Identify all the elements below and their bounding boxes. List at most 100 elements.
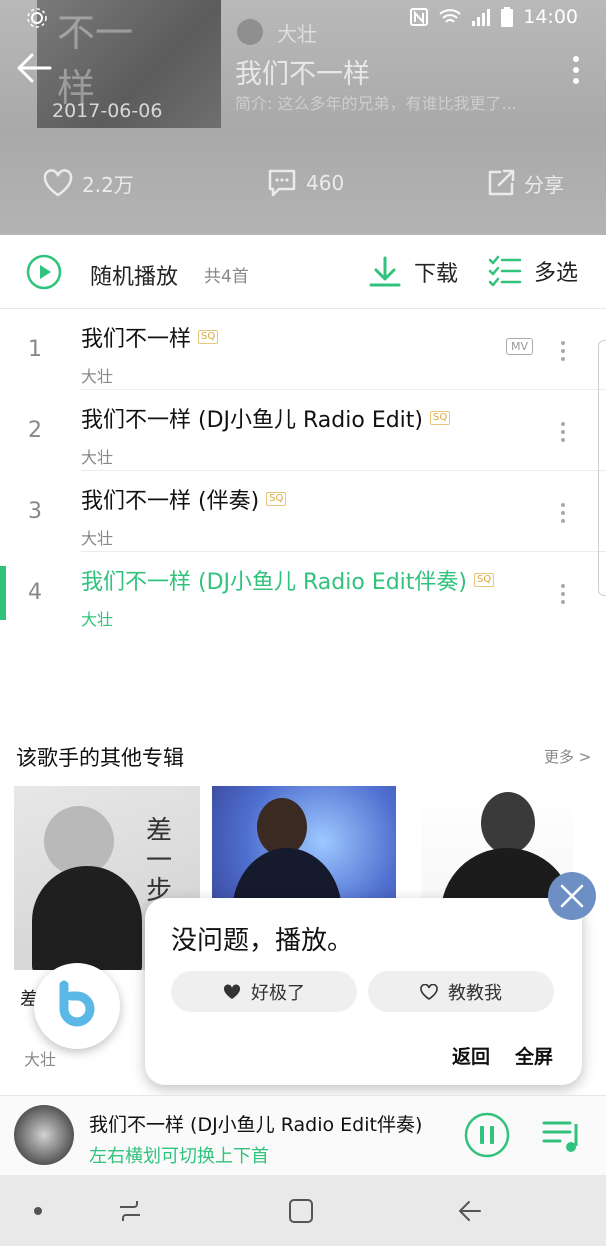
heart-icon: [43, 169, 73, 197]
album-art-text: 差一步: [146, 816, 173, 906]
album-intro[interactable]: 简介: 这么多年的兄弟，有谁比我更了...: [235, 90, 580, 114]
bixby-logo-icon: [59, 980, 95, 1027]
now-playing-indicator: [0, 566, 6, 620]
wifi-icon: [439, 9, 461, 23]
pause-icon[interactable]: [464, 1112, 510, 1158]
shuffle-play-button[interactable]: 随机播放: [90, 259, 178, 291]
track-list: 1 我们不一样 SQ 大壮 MV 2 我们不一样 (DJ小鱼儿 Radio Edi…: [0, 309, 606, 633]
multiselect-label: 多选: [534, 261, 579, 286]
artist-avatar: [235, 17, 265, 47]
other-albums-title: 该歌手的其他专辑: [16, 746, 184, 770]
player-hint: 左右横划可切换上下首: [89, 1146, 269, 1167]
checklist-icon: [488, 255, 522, 287]
track-title-line: 我们不一样 (伴奏) SQ: [81, 483, 606, 515]
sq-badge: SQ: [198, 330, 219, 344]
playlist-icon[interactable]: [541, 1116, 583, 1156]
multiselect-button[interactable]: 多选: [488, 255, 578, 287]
artist-name: 大壮: [277, 21, 317, 46]
download-button[interactable]: 下载: [368, 255, 458, 289]
share-icon: [488, 169, 515, 196]
song-count: 共4首: [204, 267, 249, 287]
back-arrow-icon[interactable]: [14, 50, 54, 86]
track-artist: 大壮: [81, 610, 114, 629]
nfc-icon: [410, 8, 429, 26]
album-header: 不一样 2017-06-06 14:00 大壮 我们不一样 简介: 这么多年的兄…: [0, 0, 606, 235]
track-info: 我们不一样 (DJ小鱼儿 Radio Edit伴奏) SQ 大壮: [81, 564, 606, 633]
sq-badge: SQ: [430, 411, 451, 425]
comment-icon: [268, 169, 296, 197]
close-icon: [560, 884, 584, 908]
home-icon[interactable]: [287, 1197, 315, 1225]
track-title: 我们不一样 (DJ小鱼儿 Radio Edit伴奏): [81, 570, 467, 595]
player-title: 我们不一样 (DJ小鱼儿 Radio Edit伴奏): [89, 1114, 423, 1136]
download-icon: [369, 256, 401, 287]
system-nav-bar: [0, 1175, 606, 1246]
album-actions: 2.2万 460 分享: [0, 168, 606, 208]
play-circle-icon[interactable]: [26, 254, 62, 290]
back-nav-icon[interactable]: [456, 1197, 484, 1225]
share-button[interactable]: 分享: [486, 168, 564, 198]
track-title: 我们不一样: [81, 327, 192, 352]
track-index: 4: [28, 580, 42, 605]
teach-label: 教教我: [448, 982, 502, 1004]
track-artist: 大壮: [81, 529, 114, 548]
share-label: 分享: [524, 172, 564, 197]
track-title-line: 我们不一样 (DJ小鱼儿 Radio Edit) SQ: [81, 402, 606, 434]
more-vert-icon[interactable]: [556, 582, 570, 606]
download-label: 下载: [414, 262, 459, 287]
track-title: 我们不一样 (DJ小鱼儿 Radio Edit): [81, 408, 423, 433]
bixby-message: 没问题，播放。: [171, 926, 354, 956]
teach-button[interactable]: 教教我: [368, 971, 554, 1012]
track-title: 我们不一样 (伴奏): [81, 489, 260, 514]
signal-icon: [472, 9, 491, 26]
more-vert-icon[interactable]: [556, 501, 570, 525]
like-count: 2.2万: [82, 172, 134, 197]
more-vert-icon[interactable]: [566, 54, 586, 86]
album-art-person: [481, 792, 535, 854]
popup-back-button[interactable]: 返回: [452, 1042, 490, 1069]
track-title-line: 我们不一样 (DJ小鱼儿 Radio Edit伴奏) SQ: [81, 564, 606, 596]
sq-badge: SQ: [266, 492, 287, 506]
player-cover[interactable]: [14, 1105, 74, 1165]
track-index: 2: [28, 418, 42, 443]
like-feedback-button[interactable]: 好极了: [171, 971, 357, 1012]
track-info: 我们不一样 (DJ小鱼儿 Radio Edit) SQ 大壮: [81, 402, 606, 471]
bixby-popup: 没问题，播放。 好极了 教教我 返回 全屏: [145, 898, 582, 1085]
artist-row[interactable]: 大壮: [235, 17, 317, 47]
edge-panel-handle[interactable]: [598, 340, 606, 596]
nav-hide-dot[interactable]: [34, 1207, 42, 1215]
mv-button[interactable]: MV: [506, 338, 534, 355]
status-time: 14:00: [523, 6, 578, 28]
track-index: 1: [28, 337, 42, 362]
bixby-routine-icon: [27, 8, 47, 28]
popup-fullscreen-button[interactable]: 全屏: [515, 1042, 553, 1069]
comment-button[interactable]: 460: [266, 168, 344, 198]
sq-badge: SQ: [474, 573, 495, 587]
more-vert-icon[interactable]: [556, 339, 570, 363]
album-title: 我们不一样: [235, 59, 370, 90]
like-feedback-label: 好极了: [251, 982, 305, 1004]
album-art-person: [32, 866, 142, 970]
playlist-controls: 随机播放 共4首 下载 多选: [0, 235, 606, 309]
more-albums-link[interactable]: 更多 >: [544, 746, 591, 767]
like-button[interactable]: 2.2万: [42, 168, 134, 198]
track-artist: 大壮: [81, 367, 114, 386]
track-index: 3: [28, 499, 42, 524]
track-artist: 大壮: [81, 448, 114, 467]
track-info: 我们不一样 (伴奏) SQ 大壮: [81, 483, 606, 552]
track-row-playing[interactable]: 4 我们不一样 (DJ小鱼儿 Radio Edit伴奏) SQ 大壮: [0, 552, 606, 633]
track-row[interactable]: 1 我们不一样 SQ 大壮 MV: [0, 309, 606, 390]
more-vert-icon[interactable]: [556, 420, 570, 444]
comment-count: 460: [306, 171, 345, 195]
bixby-button[interactable]: [34, 963, 120, 1049]
release-date: 2017-06-06: [52, 100, 163, 122]
mini-player[interactable]: 我们不一样 (DJ小鱼儿 Radio Edit伴奏) 左右横划可切换上下首: [0, 1095, 606, 1175]
track-row[interactable]: 2 我们不一样 (DJ小鱼儿 Radio Edit) SQ 大壮: [0, 390, 606, 471]
heart-outline-icon: [420, 983, 438, 1000]
track-row[interactable]: 3 我们不一样 (伴奏) SQ 大壮: [0, 471, 606, 552]
heart-filled-icon: [223, 983, 241, 999]
recent-apps-icon[interactable]: [116, 1199, 144, 1223]
album-artist: 大壮: [24, 1050, 57, 1069]
close-button[interactable]: [548, 872, 596, 920]
battery-icon: [501, 7, 514, 27]
